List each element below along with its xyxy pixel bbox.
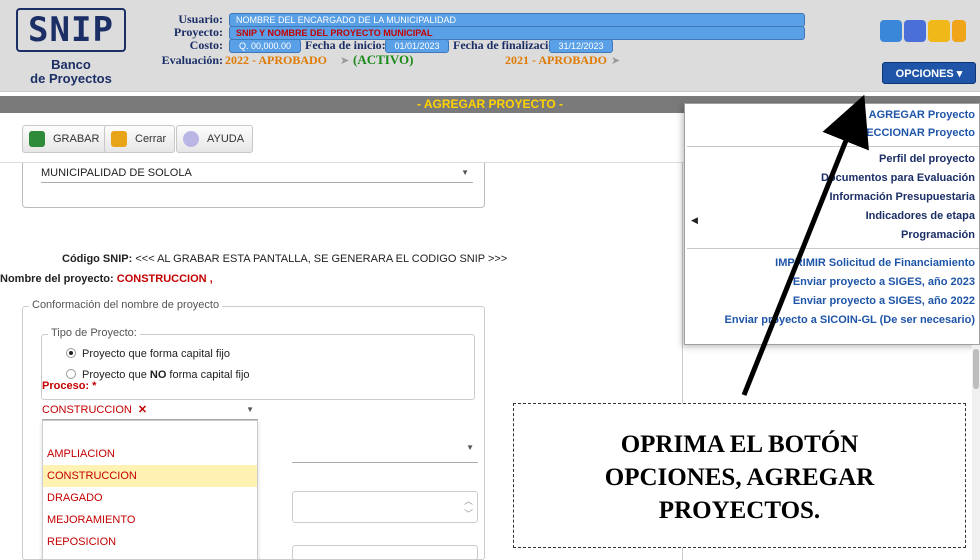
cerrar-label: Cerrar: [135, 133, 167, 145]
logo-mark: SNIP: [16, 8, 126, 52]
opciones-menu: AGREGAR Proyecto SELECCIONAR Proyecto Pe…: [684, 103, 980, 345]
tipo-fieldset: Tipo de Proyecto: Proyecto que forma cap…: [41, 327, 475, 400]
evaluacion-2021: 2021 - APROBADO: [505, 53, 607, 67]
costo-label: Costo:: [189, 38, 223, 52]
project-info: Usuario: NOMBRE DEL ENCARGADO DE LA MUNI…: [135, 10, 825, 85]
usuario-field: NOMBRE DEL ENCARGADO DE LA MUNICIPALIDAD: [229, 13, 805, 27]
pencil-icon[interactable]: [928, 20, 950, 42]
cerrar-button[interactable]: Cerrar: [104, 125, 176, 153]
menu-item-agregar[interactable]: AGREGAR Proyecto: [869, 108, 975, 122]
secondary-textarea[interactable]: [292, 545, 478, 560]
menu-item-presupuestaria[interactable]: Información Presupuestaria: [830, 190, 976, 204]
costo-field: Q. 00,000.00: [229, 39, 301, 53]
scrollbar-thumb[interactable]: [973, 349, 979, 389]
nombre-value: CONSTRUCCION ,: [116, 273, 213, 285]
tipo-legend: Tipo de Proyecto:: [48, 327, 140, 339]
save-icon: [29, 131, 45, 147]
fecha-inicio-field: 01/01/2023: [385, 39, 449, 53]
menu-item-imprimir[interactable]: IMPRIMIR Solicitud de Financiamiento: [775, 256, 975, 270]
menu-item-seleccionar[interactable]: SELECCIONAR Proyecto: [845, 126, 975, 140]
page-scrollbar[interactable]: [972, 345, 980, 560]
fecha-fin-field: 31/12/2023: [549, 39, 613, 53]
instruction-callout: OPRIMA EL BOTÓN OPCIONES, AGREGAR PROYEC…: [513, 403, 966, 548]
help-bubble-icon: [183, 131, 199, 147]
opciones-button[interactable]: OPCIONES ▾: [882, 62, 976, 84]
nombre-proyecto: Nombre del proyecto: CONSTRUCCION ,: [0, 273, 213, 285]
tipo-opt2-c: forma capital fijo: [166, 369, 250, 381]
edit-icon[interactable]: [904, 20, 926, 42]
municipalidad-select[interactable]: MUNICIPALIDAD DE SOLOLA ▼: [41, 163, 473, 183]
codigo-label: Código SNIP:: [62, 253, 133, 265]
municipalidad-box: MUNICIPALIDAD DE SOLOLA ▼: [22, 163, 485, 208]
grabar-label: GRABAR: [53, 133, 100, 145]
tipo-opt1-label: Proyecto que forma capital fijo: [82, 348, 230, 360]
description-textarea[interactable]: ︿ ﹀: [292, 491, 478, 523]
chevron-down-icon: ▼: [246, 405, 254, 414]
proceso-select[interactable]: CONSTRUCCION ✕ ▼: [42, 400, 258, 420]
app-header: SNIP Banco de Proyectos Usuario: NOMBRE …: [0, 0, 980, 92]
chevron-right-icon[interactable]: ➤: [340, 54, 349, 67]
municipalidad-value: MUNICIPALIDAD DE SOLOLA: [41, 167, 192, 179]
activo-status: (ACTIVO): [353, 52, 414, 67]
evaluacion-label: Evaluación:: [161, 53, 223, 67]
fecha-inicio-label: Fecha de inicio:: [305, 38, 386, 52]
header-icon-bar: [880, 20, 980, 50]
grabar-button[interactable]: GRABAR: [22, 125, 109, 153]
snip-logo[interactable]: SNIP Banco de Proyectos: [16, 8, 126, 88]
ayuda-label: AYUDA: [207, 133, 245, 145]
menu-item-perfil[interactable]: Perfil del proyecto: [879, 152, 975, 166]
ayuda-button[interactable]: AYUDA: [176, 125, 254, 153]
menu-item-programacion[interactable]: Programación: [901, 228, 975, 242]
dropdown-option-selected[interactable]: CONSTRUCCION: [43, 465, 257, 487]
nombre-label: Nombre del proyecto:: [0, 273, 114, 285]
secondary-select[interactable]: ▼: [292, 443, 478, 463]
chevron-down-icon: ▼: [466, 443, 474, 452]
instruction-text: OPRIMA EL BOTÓN OPCIONES, AGREGAR PROYEC…: [514, 428, 965, 527]
codigo-text: <<< AL GRABAR ESTA PANTALLA, SE GENERARA…: [135, 253, 508, 265]
dropdown-option[interactable]: REPOSICION: [43, 531, 257, 553]
tipo-opt2-b: NO: [149, 369, 167, 381]
scroll-up-icon[interactable]: ︿: [464, 494, 473, 507]
codigo-snip: Código SNIP: <<< AL GRABAR ESTA PANTALLA…: [62, 253, 507, 265]
proceso-label: Proceso: *: [42, 380, 97, 392]
exit-icon[interactable]: [952, 20, 966, 42]
proceso-value: CONSTRUCCION: [42, 404, 132, 416]
instruction-line-3: PROYECTOS.: [658, 497, 821, 524]
clear-icon[interactable]: ✕: [138, 404, 147, 416]
menu-item-indicadores[interactable]: Indicadores de etapa: [866, 209, 975, 223]
dropdown-option[interactable]: AMPLIACION: [43, 443, 257, 465]
instruction-line-2: OPCIONES, AGREGAR: [604, 464, 875, 491]
chevron-down-icon: ▼: [461, 168, 469, 177]
dropdown-option[interactable]: DRAGADO: [43, 487, 257, 509]
chevron-right-icon[interactable]: ➤: [611, 54, 620, 67]
logo-subtitle-2: de Proyectos: [30, 71, 112, 86]
evaluacion-2022: 2022 - APROBADO: [225, 53, 327, 67]
radio-selected-icon[interactable]: [66, 348, 76, 358]
conformacion-legend: Conformación del nombre de proyecto: [29, 299, 223, 311]
home-icon[interactable]: [880, 20, 902, 42]
menu-item-documentos[interactable]: Documentos para Evaluación: [821, 171, 975, 185]
dropdown-option[interactable]: MEJORAMIENTO: [43, 509, 257, 531]
menu-divider: [687, 146, 979, 147]
chevron-left-icon: ◀: [691, 215, 698, 225]
scroll-down-icon[interactable]: ﹀: [464, 507, 473, 520]
menu-item-siges-2022[interactable]: Enviar proyecto a SIGES, año 2022: [793, 294, 975, 308]
proceso-dropdown: AMPLIACION CONSTRUCCION DRAGADO MEJORAMI…: [42, 420, 258, 560]
radio-icon[interactable]: [66, 369, 76, 379]
logo-subtitle-1: Banco: [51, 57, 91, 72]
menu-item-siges-2023[interactable]: Enviar proyecto a SIGES, año 2023: [793, 275, 975, 289]
instruction-line-1: OPRIMA EL BOTÓN: [620, 431, 859, 458]
door-icon: [111, 131, 127, 147]
menu-divider: [687, 248, 979, 249]
menu-item-sicoin[interactable]: Enviar proyecto a SICOIN-GL (De ser nece…: [725, 313, 975, 327]
radio-capital-fijo[interactable]: Proyecto que forma capital fijo: [66, 347, 230, 361]
